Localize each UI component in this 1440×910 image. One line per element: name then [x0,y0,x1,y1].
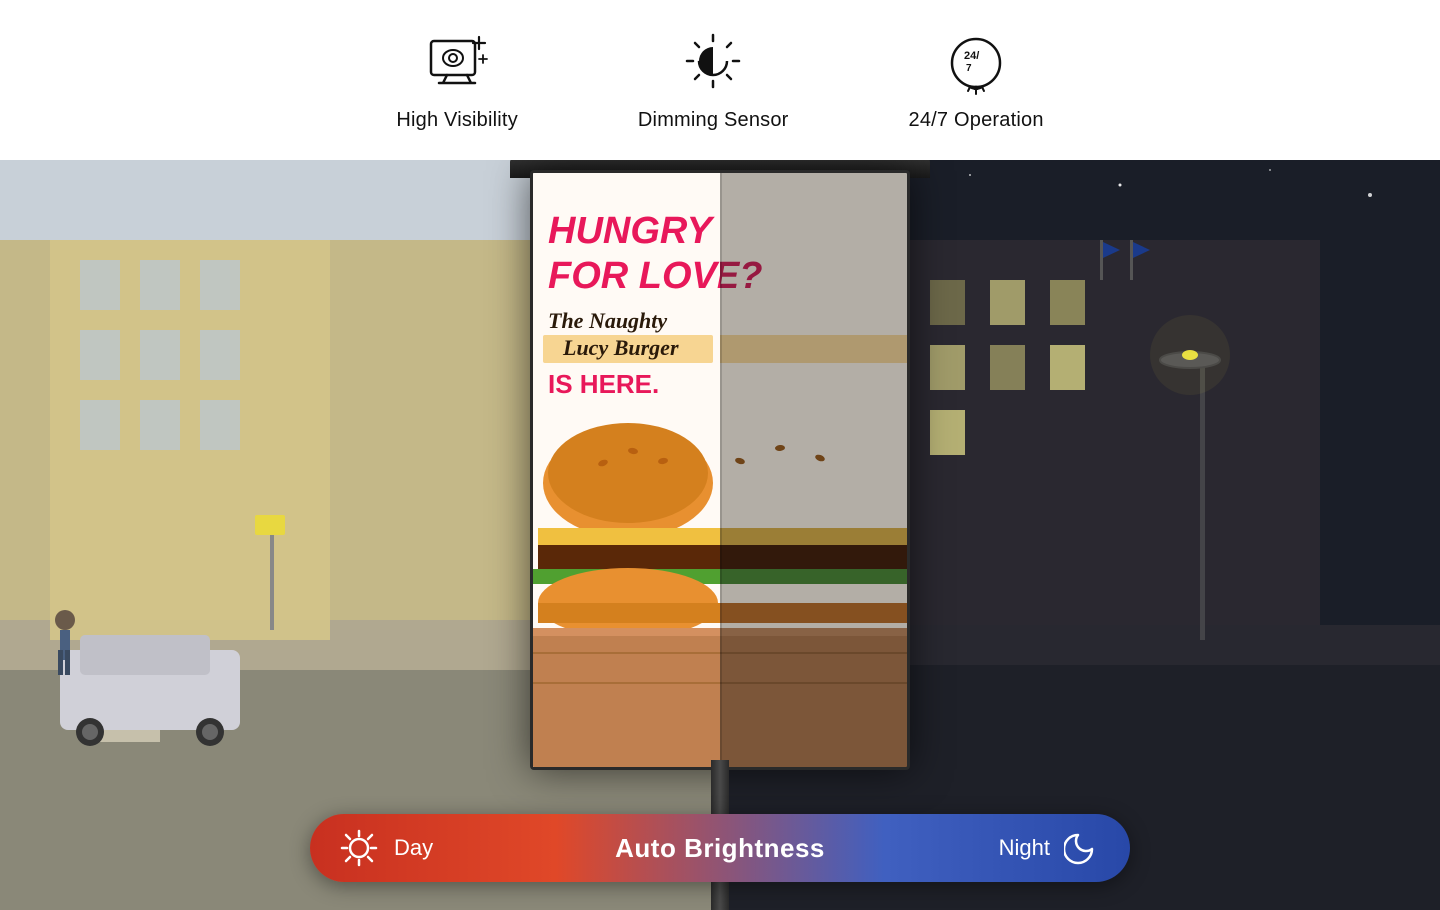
svg-text:7: 7 [966,63,972,74]
feature-high-visibility: High Visibility [396,25,518,132]
dimming-sensor-label: Dimming Sensor [638,109,789,132]
sun-half-icon [677,25,749,97]
svg-text:FOR LOVE?: FOR LOVE? [720,255,762,297]
auto-brightness-label: Auto Brightness [615,833,825,864]
kiosk-display-right: HUNGRY FOR LOVE? The Naughty Lucy Burger… [720,173,907,767]
brightness-bar-inner: Day Auto Brightness Night [310,814,1130,882]
day-label: Day [394,835,433,861]
svg-text:HUNGRY: HUNGRY [548,210,716,252]
night-label: Night [999,835,1050,861]
kiosk-wrapper: HUNGRY FOR LOVE? The Naughty Lucy Burger… [505,160,935,910]
feature-dimming-sensor: Dimming Sensor [638,25,789,132]
svg-text:24/: 24/ [964,50,979,62]
svg-text:FOR LOVE?: FOR LOVE? [548,255,720,297]
kiosk-display: HUNGRY FOR LOVE? The Naughty Lucy Burger… [533,173,907,767]
moon-icon [1064,829,1102,867]
brightness-bar[interactable]: Day Auto Brightness Night [310,814,1130,882]
clock-icon: 24/ 7 [940,25,1012,97]
sun-icon [338,827,380,869]
svg-text:IS HERE.: IS HERE. [548,369,659,399]
bar-day-section: Day [310,827,615,869]
eye-icon [421,25,493,97]
kiosk-divider [720,173,722,767]
features-bar: High Visibility Dimming Sensor [0,0,1440,160]
bar-night-section: Night [825,829,1130,867]
svg-text:The Naughty: The Naughty [548,308,667,333]
high-visibility-label: High Visibility [396,109,518,132]
feature-operation: 24/ 7 24/7 Operation [909,25,1044,132]
operation-label: 24/7 Operation [909,109,1044,132]
main-visual: HUNGRY FOR LOVE? The Naughty Lucy Burger… [0,160,1440,910]
kiosk-display-frame: HUNGRY FOR LOVE? The Naughty Lucy Burger… [530,170,910,770]
svg-text:Lucy Burger: Lucy Burger [562,335,679,360]
kiosk-display-left: HUNGRY FOR LOVE? The Naughty Lucy Burger… [533,173,720,767]
